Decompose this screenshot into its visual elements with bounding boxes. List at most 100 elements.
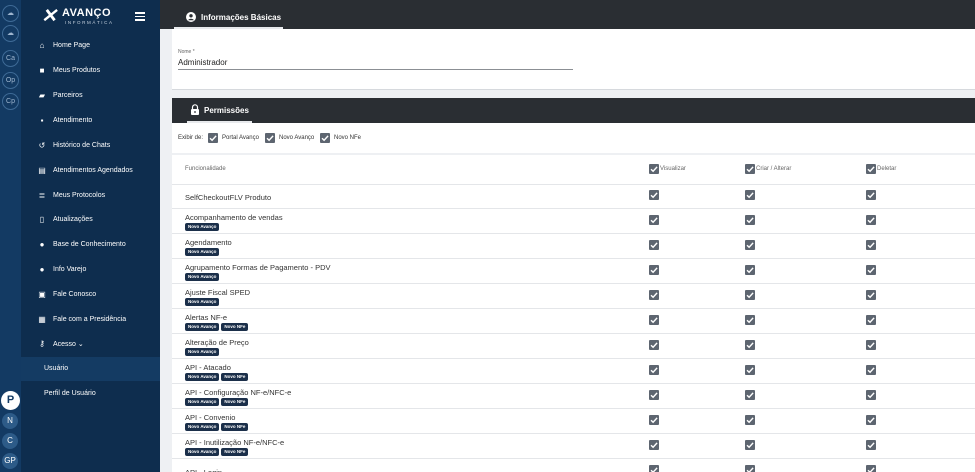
checkbox-checked-icon[interactable] <box>208 133 218 143</box>
tab-basic-info[interactable]: Informações Básicas <box>174 4 283 29</box>
delete-checkbox[interactable] <box>866 240 876 250</box>
lock-icon <box>191 104 199 115</box>
checkbox-checked-icon[interactable] <box>866 164 876 174</box>
view-checkbox[interactable] <box>649 215 659 225</box>
view-checkbox[interactable] <box>649 290 659 300</box>
menu-toggle-icon[interactable] <box>135 12 145 21</box>
sidebar-item-info-varejo[interactable]: ● Info Varejo <box>21 258 160 282</box>
edit-checkbox[interactable] <box>745 240 755 250</box>
sidebar-item-knowledge-base[interactable]: ● Base de Conhecimento <box>21 233 160 257</box>
view-checkbox[interactable] <box>649 340 659 350</box>
view-checkbox[interactable] <box>649 440 659 450</box>
sidebar-item-protocols[interactable]: ≣ Meus Protocolos <box>21 184 160 208</box>
table-row: SelfCheckoutFLV Produto <box>172 184 975 209</box>
rail-app-p[interactable]: P <box>1 391 20 410</box>
delete-checkbox[interactable] <box>866 465 876 472</box>
source-badges: Novo Avanço <box>185 223 221 231</box>
source-badges: Novo Avanço Novo NFe <box>185 448 250 456</box>
name-field[interactable]: Administrador <box>178 58 573 70</box>
sidebar-subitem-user[interactable]: Usuário <box>21 357 160 381</box>
view-checkbox[interactable] <box>649 390 659 400</box>
delete-checkbox[interactable] <box>866 190 876 200</box>
table-row: Agendamento Novo Avanço <box>172 234 975 259</box>
cloud-icon[interactable]: ☁ <box>2 5 19 22</box>
view-checkbox[interactable] <box>649 190 659 200</box>
filter-option-label: Novo Avanço <box>279 135 315 141</box>
rail-app-gp[interactable]: GP <box>2 453 18 469</box>
view-checkbox[interactable] <box>649 465 659 472</box>
delete-checkbox[interactable] <box>866 440 876 450</box>
sidebar-item-label: Fale Conosco <box>53 291 97 298</box>
sidebar-item-products[interactable]: ■ Meus Produtos <box>21 59 160 83</box>
handshake-icon: ▰ <box>38 91 46 100</box>
view-checkbox[interactable] <box>649 265 659 275</box>
delete-checkbox[interactable] <box>866 415 876 425</box>
view-checkbox[interactable] <box>649 240 659 250</box>
sidebar-item-support[interactable]: ▪ Atendimento <box>21 109 160 133</box>
edit-checkbox[interactable] <box>745 390 755 400</box>
edit-checkbox[interactable] <box>745 215 755 225</box>
edit-checkbox[interactable] <box>745 340 755 350</box>
sidebar-item-label: Meus Protocolos <box>53 192 106 199</box>
edit-checkbox[interactable] <box>745 415 755 425</box>
delete-checkbox[interactable] <box>866 290 876 300</box>
source-badge: Novo NFe <box>221 448 249 456</box>
checkbox-checked-icon[interactable] <box>265 133 275 143</box>
sidebar-item-label: Info Varejo <box>53 266 87 273</box>
source-badges: Novo Avanço Novo NFe <box>185 423 250 431</box>
edit-checkbox[interactable] <box>745 440 755 450</box>
delete-checkbox[interactable] <box>866 340 876 350</box>
rail-app-op[interactable]: Op <box>2 72 19 89</box>
edit-checkbox[interactable] <box>745 365 755 375</box>
delete-checkbox[interactable] <box>866 265 876 275</box>
edit-checkbox[interactable] <box>745 265 755 275</box>
edit-checkbox[interactable] <box>745 190 755 200</box>
edit-checkbox[interactable] <box>745 315 755 325</box>
rail-app-ca[interactable]: Ca <box>2 50 19 67</box>
box-icon: ■ <box>39 66 45 75</box>
table-row: API - Convenio Novo Avanço Novo NFe <box>172 409 975 434</box>
delete-checkbox[interactable] <box>866 365 876 375</box>
edit-checkbox[interactable] <box>745 465 755 472</box>
delete-checkbox[interactable] <box>866 390 876 400</box>
view-checkbox[interactable] <box>649 415 659 425</box>
user-circle-icon <box>186 12 196 22</box>
filter-option-label: Portal Avanço <box>222 135 259 141</box>
sidebar-item-partners[interactable]: ▰ Parceiros <box>21 84 160 108</box>
source-badges: Novo Avanço <box>185 348 221 356</box>
feature-name: API - Convenio <box>185 413 236 422</box>
sidebar-item-scheduled[interactable]: ▤ Atendimentos Agendados <box>21 159 160 183</box>
sidebar-item-label: Parceiros <box>53 92 83 99</box>
source-filter: Exibir de: Portal Avanço Novo Avanço Nov… <box>172 123 975 153</box>
source-badge: Novo NFe <box>221 373 249 381</box>
source-badges: Novo Avanço Novo NFe <box>185 398 250 406</box>
feature-name: API - Configuração NF-e/NFC-e <box>185 388 292 397</box>
source-badge: Novo Avanço <box>185 298 220 306</box>
edit-checkbox[interactable] <box>745 290 755 300</box>
checkbox-checked-icon[interactable] <box>745 164 755 174</box>
sidebar-item-home[interactable]: ⌂ Home Page <box>21 34 160 58</box>
sidebar-item-label: Histórico de Chats <box>53 142 111 149</box>
sidebar-item-updates[interactable]: ▯ Atualizações <box>21 208 160 232</box>
sidebar-subitem-user-profile[interactable]: Perfil de Usuário <box>21 382 160 406</box>
delete-checkbox[interactable] <box>866 315 876 325</box>
checkbox-checked-icon[interactable] <box>320 133 330 143</box>
sidebar-item-access[interactable]: ⚷ Acesso ⌄ <box>21 332 160 356</box>
feature-name: API - Atacado <box>185 363 231 372</box>
tab-permissions[interactable]: Permissões <box>187 98 252 123</box>
rail-app-cp[interactable]: Cp <box>2 93 19 110</box>
delete-checkbox[interactable] <box>866 215 876 225</box>
feature-name: Acompanhamento de vendas <box>185 213 283 222</box>
rail-app-n[interactable]: N <box>2 413 18 429</box>
brand-logo[interactable]: ✕ AVANÇO INFORMÁTICA <box>41 6 131 28</box>
sidebar-item-chat-history[interactable]: ↺ Histórico de Chats <box>21 134 160 158</box>
rail-app-c[interactable]: C <box>2 433 18 449</box>
feature-name: Ajuste Fiscal SPED <box>185 288 251 297</box>
filter-option-label: Novo NFe <box>334 135 362 141</box>
cloud-icon[interactable]: ☁ <box>2 25 19 42</box>
sidebar-item-presidency[interactable]: ▦ Fale com a Presidência <box>21 308 160 332</box>
view-checkbox[interactable] <box>649 365 659 375</box>
sidebar-item-contact[interactable]: ▣ Fale Conosco <box>21 283 160 307</box>
view-checkbox[interactable] <box>649 315 659 325</box>
checkbox-checked-icon[interactable] <box>649 164 659 174</box>
